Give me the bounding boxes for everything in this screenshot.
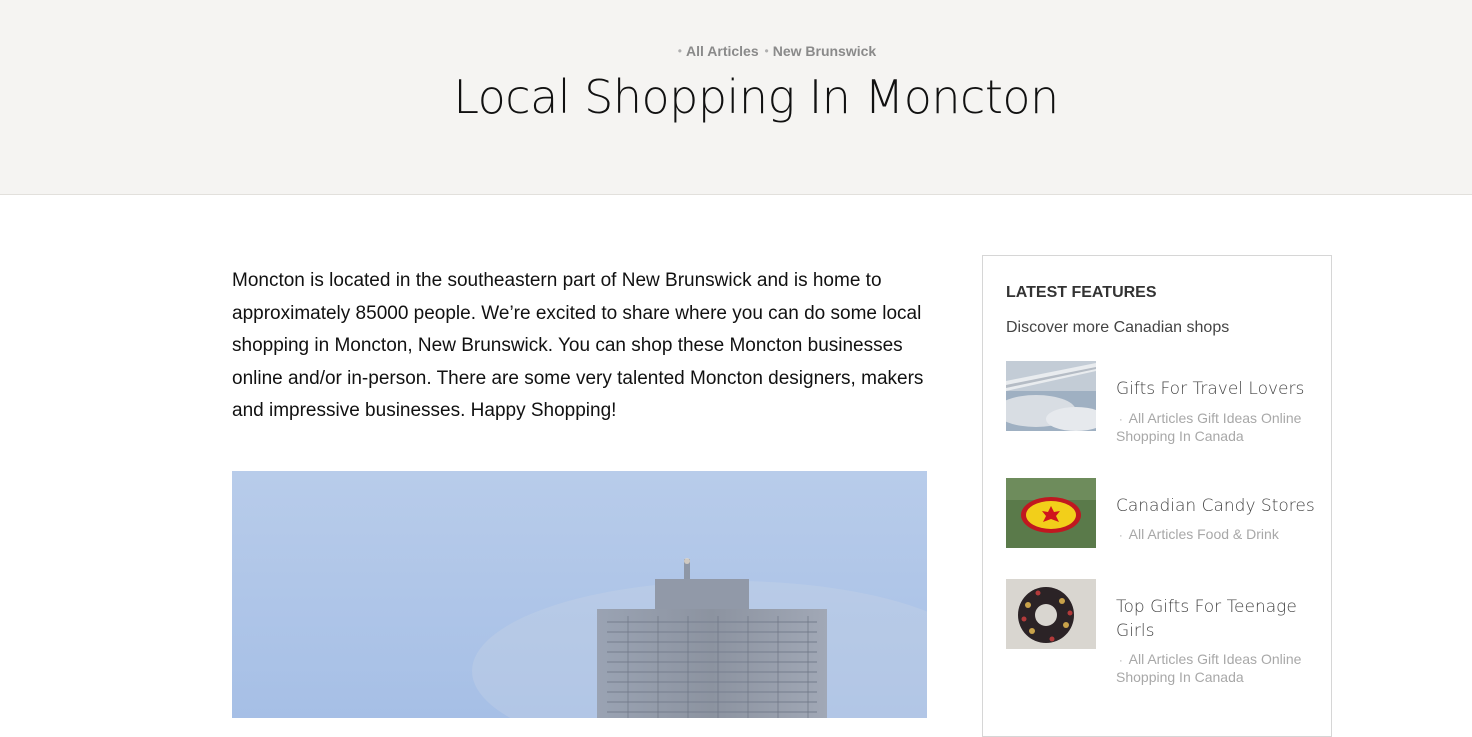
- feature-meta: · All Articles Gift Ideas Online Shopping…: [1116, 410, 1302, 444]
- feature-meta: · All Articles Gift Ideas Online Shopping…: [1116, 651, 1302, 685]
- sidebar-subheading: Discover more Canadian shops: [1006, 319, 1230, 336]
- bullet-icon: ·: [1119, 655, 1123, 667]
- page-title: Local Shopping In Moncton: [453, 70, 1059, 124]
- moncton-building-photo: [232, 471, 927, 718]
- feature-title[interactable]: Top Gifts For Teenage Girls: [1116, 595, 1316, 643]
- bullet-icon: •: [677, 44, 682, 58]
- breadcrumb-link-all-articles[interactable]: All Articles: [686, 43, 759, 59]
- breadcrumb: • All Articles • New Brunswick: [40, 43, 1472, 59]
- page-header: • All Articles • New Brunswick Local Shopp…: [0, 0, 1472, 195]
- feature-title[interactable]: Gifts For Travel Lovers: [1116, 377, 1316, 401]
- breadcrumb-link-new-brunswick[interactable]: New Brunswick: [773, 43, 876, 59]
- bullet-icon: •: [764, 44, 769, 58]
- airplane-wing-thumbnail[interactable]: [1006, 361, 1096, 431]
- intro-paragraph: Moncton is located in the southeastern p…: [232, 270, 924, 421]
- bullet-icon: ·: [1119, 530, 1123, 542]
- feature-meta: · All Articles Food & Drink: [1119, 526, 1279, 542]
- feature-title[interactable]: Canadian Candy Stores: [1116, 494, 1316, 518]
- sidebar-heading: LATEST FEATURES: [1006, 284, 1157, 301]
- bullet-icon: ·: [1119, 414, 1123, 426]
- scrunchie-thumbnail[interactable]: [1006, 579, 1096, 649]
- maple-candy-thumbnail[interactable]: [1006, 478, 1096, 548]
- latest-features-panel: LATEST FEATURES Discover more Canadian s…: [982, 255, 1332, 737]
